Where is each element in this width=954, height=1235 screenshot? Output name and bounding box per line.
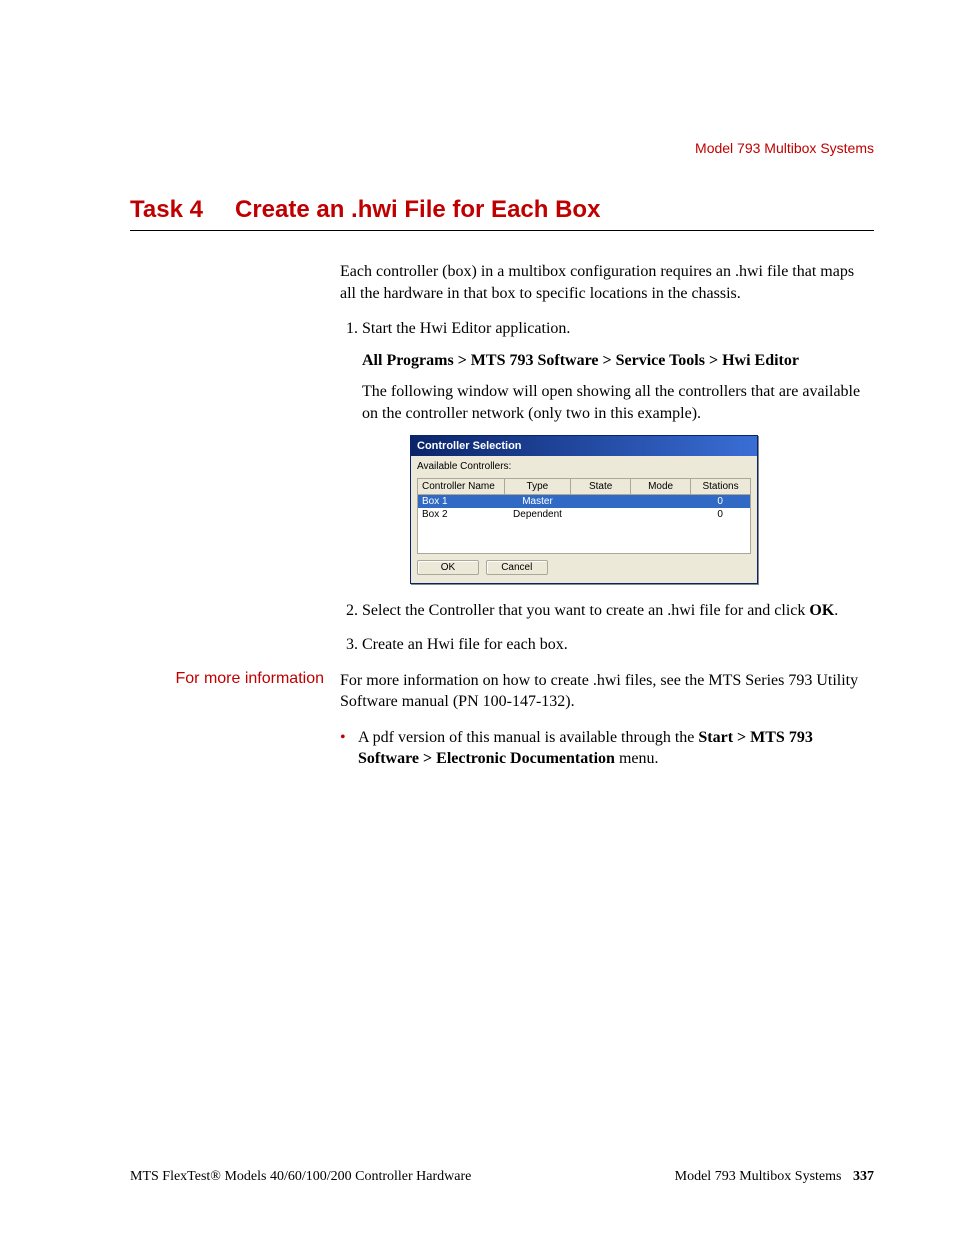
bullet-post: menu. (615, 750, 659, 767)
intro-paragraph: Each controller (box) in a multibox conf… (340, 261, 874, 304)
cell-mode (630, 495, 690, 508)
task-heading: Create an .hwi File for Each Box (235, 196, 600, 224)
controllers-table: Controller Name Type State Mode Stations (417, 478, 751, 496)
table-row[interactable]: Box 2 Dependent 0 (418, 508, 750, 521)
page-number: 337 (853, 1169, 874, 1184)
col-state[interactable]: State (571, 478, 631, 495)
step-2-ok: OK (809, 602, 834, 619)
step-2-post: . (834, 602, 838, 619)
task-title-row: Task 4 Create an .hwi File for Each Box (130, 196, 874, 231)
step-list: Start the Hwi Editor application. All Pr… (340, 318, 874, 655)
dialog-titlebar: Controller Selection (411, 436, 757, 457)
cell-stations: 0 (690, 508, 750, 521)
step-1: Start the Hwi Editor application. All Pr… (362, 318, 874, 584)
col-stations[interactable]: Stations (691, 478, 751, 495)
info-paragraph: For more information on how to create .h… (340, 670, 874, 713)
step-3: Create an Hwi file for each box. (362, 634, 874, 656)
controller-selection-dialog: Controller Selection Available Controlle… (410, 435, 758, 585)
step-1-text: Start the Hwi Editor application. (362, 320, 570, 337)
step-1-after: The following window will open showing a… (362, 381, 874, 424)
available-controllers-label: Available Controllers: (417, 460, 751, 474)
ok-button[interactable]: OK (417, 560, 479, 575)
footer-right: Model 793 Multibox Systems 337 (675, 1169, 874, 1185)
cell-name: Box 2 (418, 508, 504, 521)
col-mode[interactable]: Mode (631, 478, 691, 495)
table-row[interactable]: Box 1 Master 0 (418, 495, 750, 508)
footer-section: Model 793 Multibox Systems (675, 1169, 842, 1184)
cell-name: Box 1 (418, 495, 504, 508)
info-bullet: A pdf version of this manual is availabl… (340, 727, 874, 770)
cell-type: Dependent (504, 508, 570, 521)
step-2-pre: Select the Controller that you want to c… (362, 602, 809, 619)
cell-mode (630, 508, 690, 521)
cell-state (571, 508, 631, 521)
cell-state (571, 495, 631, 508)
section-header: Model 793 Multibox Systems (130, 140, 874, 156)
step-2: Select the Controller that you want to c… (362, 600, 874, 622)
step-1-menupath: All Programs > MTS 793 Software > Servic… (362, 350, 874, 372)
bullet-pre: A pdf version of this manual is availabl… (358, 729, 698, 746)
for-more-information-label: For more information (130, 670, 340, 770)
page-footer: MTS FlexTest® Models 40/60/100/200 Contr… (130, 1169, 874, 1185)
task-number: Task 4 (130, 196, 235, 224)
footer-left: MTS FlexTest® Models 40/60/100/200 Contr… (130, 1169, 471, 1185)
col-controller-name[interactable]: Controller Name (418, 478, 505, 495)
cancel-button[interactable]: Cancel (486, 560, 548, 575)
cell-stations: 0 (690, 495, 750, 508)
cell-type: Master (504, 495, 570, 508)
col-type[interactable]: Type (504, 478, 571, 495)
